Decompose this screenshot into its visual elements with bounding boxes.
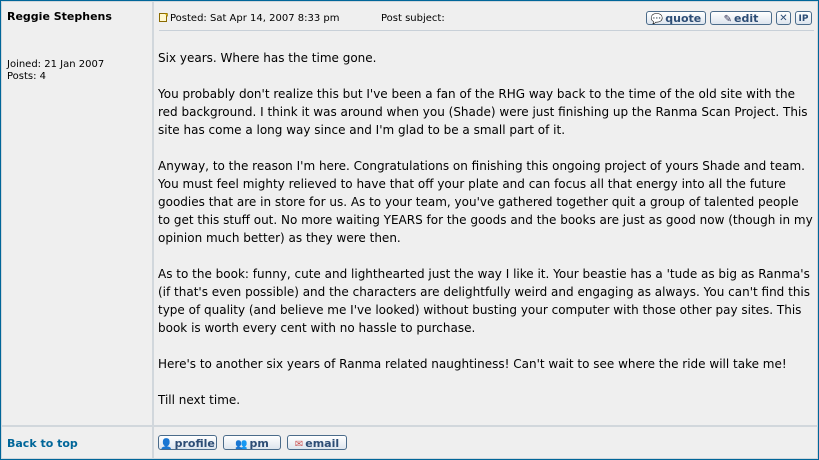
post-header: Posted: Sat Apr 14, 2007 8:33 pm Post su… [159,11,814,31]
author-panel: Reggie Stephens Joined: 21 Jan 2007 Post… [2,2,152,425]
post-count: Posts: 4 [7,71,47,82]
post-body: Six years. Where has the time gone. You … [158,49,813,427]
post-paragraph: Six years. Where has the time gone. [158,51,377,65]
ip-label: IP [798,14,809,24]
forum-post: Reggie Stephens Joined: 21 Jan 2007 Post… [0,0,819,460]
post-subject: Post subject: [381,13,445,24]
profile-label: profile [174,437,215,450]
delete-icon: ✕ [779,13,788,24]
header-divider [159,30,814,31]
post-paragraph: As to the book: funny, cute and lighthea… [158,267,811,335]
quote-label: quote [665,12,702,25]
footer-left: Back to top [2,427,152,458]
quote-icon: 💬 [650,14,664,25]
user-icon: 👤 [160,439,173,450]
envelope-icon: ✉ [294,439,304,450]
pm-label: pm [249,437,269,450]
post-paragraph: Here's to another six years of Ranma rel… [158,357,787,371]
post-panel: Posted: Sat Apr 14, 2007 8:33 pm Post su… [154,2,817,425]
footer-actions: 👤 profile 👥 pm ✉ email [154,427,817,458]
post-icon [159,13,168,22]
post-paragraph: Till next time. [158,393,241,407]
email-label: email [305,437,340,450]
quote-button[interactable]: 💬 quote [646,11,706,25]
profile-button[interactable]: 👤 profile [158,435,217,450]
pm-button[interactable]: 👥 pm [223,435,281,450]
users-icon: 👥 [235,439,248,450]
edit-label: edit [734,12,759,25]
edit-button[interactable]: ✎ edit [710,11,772,25]
ip-button[interactable]: IP [795,11,812,25]
edit-icon: ✎ [723,14,732,25]
delete-button[interactable]: ✕ [776,11,791,25]
author-name: Reggie Stephens [7,10,112,23]
post-paragraph: Anyway, to the reason I'm here. Congratu… [158,159,813,245]
posted-date: Posted: Sat Apr 14, 2007 8:33 pm [170,13,340,24]
joined-date: Joined: 21 Jan 2007 [7,59,105,70]
post-paragraph: You probably don't realize this but I've… [158,87,808,137]
author-details: Joined: 21 Jan 2007 Posts: 4 [7,59,104,83]
email-button[interactable]: ✉ email [287,435,347,450]
back-to-top-link[interactable]: Back to top [7,437,78,450]
